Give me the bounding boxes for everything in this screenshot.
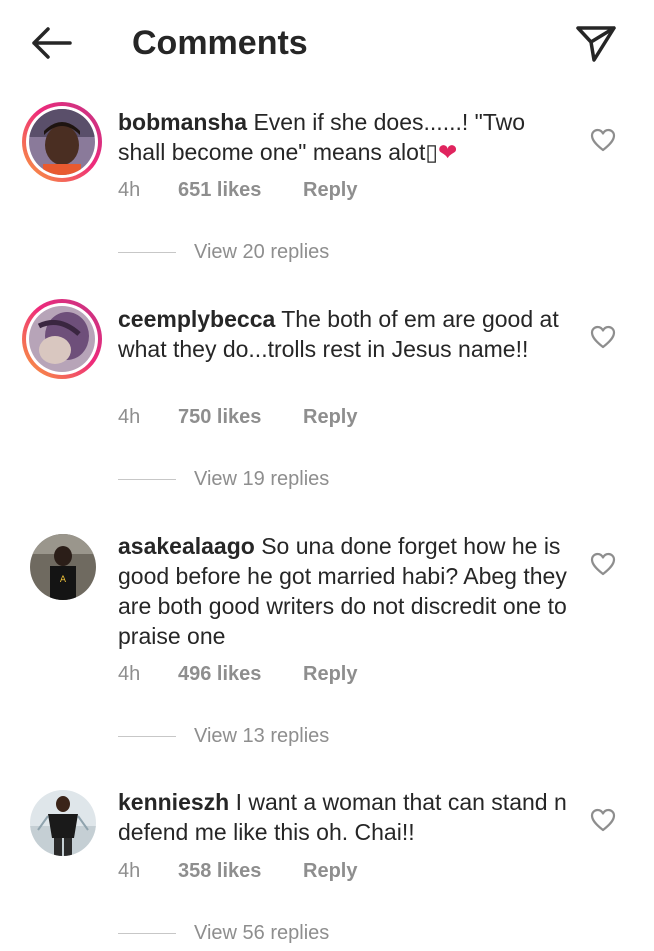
comment-likes[interactable]: 358 likes	[178, 856, 303, 886]
comment-text: bobmansha Even if she does......! "Two s…	[118, 107, 568, 167]
avatar	[29, 109, 95, 175]
reply-button[interactable]: Reply	[303, 175, 357, 205]
comment-likes[interactable]: 651 likes	[178, 175, 303, 205]
avatar-story-ring[interactable]	[22, 102, 102, 182]
comment-username[interactable]: kennieszh	[118, 789, 229, 815]
view-replies-label: View 20 replies	[194, 241, 330, 263]
view-replies-label: View 19 replies	[194, 468, 330, 490]
comment-text: asakealaago So una done forget how he is…	[118, 531, 568, 651]
divider-line	[118, 252, 176, 254]
comment-meta: 4h 358 likes Reply	[118, 856, 357, 886]
reply-button[interactable]: Reply	[303, 659, 357, 689]
header-bar: Comments	[0, 0, 654, 88]
back-button[interactable]	[28, 22, 76, 64]
divider-line	[118, 479, 176, 481]
avatar-ring[interactable]: A	[30, 534, 96, 600]
like-button[interactable]	[590, 552, 616, 576]
view-replies-button[interactable]: View 13 replies	[118, 721, 329, 751]
like-button[interactable]	[590, 325, 616, 349]
comment-likes[interactable]: 750 likes	[178, 402, 303, 432]
comment-username[interactable]: ceemplybecca	[118, 306, 275, 332]
heart-outline-icon	[590, 325, 616, 349]
paper-plane-icon	[576, 26, 616, 62]
view-replies-label: View 56 replies	[194, 922, 330, 944]
comment-text: ceemplybecca The both of em are good at …	[118, 304, 568, 364]
avatar-story-ring[interactable]	[22, 299, 102, 379]
comment-username[interactable]: bobmansha	[118, 109, 247, 135]
view-replies-button[interactable]: View 56 replies	[118, 918, 329, 948]
comment-time: 4h	[118, 179, 141, 201]
divider-line	[118, 736, 176, 738]
arrow-left-icon	[32, 27, 72, 59]
view-replies-button[interactable]: View 20 replies	[118, 237, 329, 267]
comment-meta: 4h 750 likes Reply	[118, 402, 357, 432]
divider-line	[118, 933, 176, 935]
reply-button[interactable]: Reply	[303, 402, 357, 432]
view-replies-button[interactable]: View 19 replies	[118, 464, 329, 494]
like-button[interactable]	[590, 128, 616, 152]
comment-meta: 4h 496 likes Reply	[118, 659, 357, 689]
comment-time: 4h	[118, 860, 141, 882]
comment-time: 4h	[118, 406, 141, 428]
share-button[interactable]	[572, 20, 620, 66]
comment-username[interactable]: asakealaago	[118, 533, 255, 559]
comment-text: kennieszh I want a woman that can stand …	[118, 787, 568, 847]
comment-likes[interactable]: 496 likes	[178, 659, 303, 689]
avatar	[29, 306, 95, 372]
avatar-ring[interactable]	[30, 790, 96, 856]
heart-outline-icon	[590, 552, 616, 576]
reply-button[interactable]: Reply	[303, 856, 357, 886]
avatar	[30, 790, 96, 856]
heart-outline-icon	[590, 128, 616, 152]
svg-text:A: A	[60, 575, 67, 585]
page-title: Comments	[132, 24, 308, 62]
avatar: A	[30, 534, 96, 600]
heart-emoji: ❤	[438, 139, 458, 165]
comment-meta: 4h 651 likes Reply	[118, 175, 357, 205]
heart-outline-icon	[590, 808, 616, 832]
comment-time: 4h	[118, 663, 141, 685]
like-button[interactable]	[590, 808, 616, 832]
view-replies-label: View 13 replies	[194, 725, 330, 747]
